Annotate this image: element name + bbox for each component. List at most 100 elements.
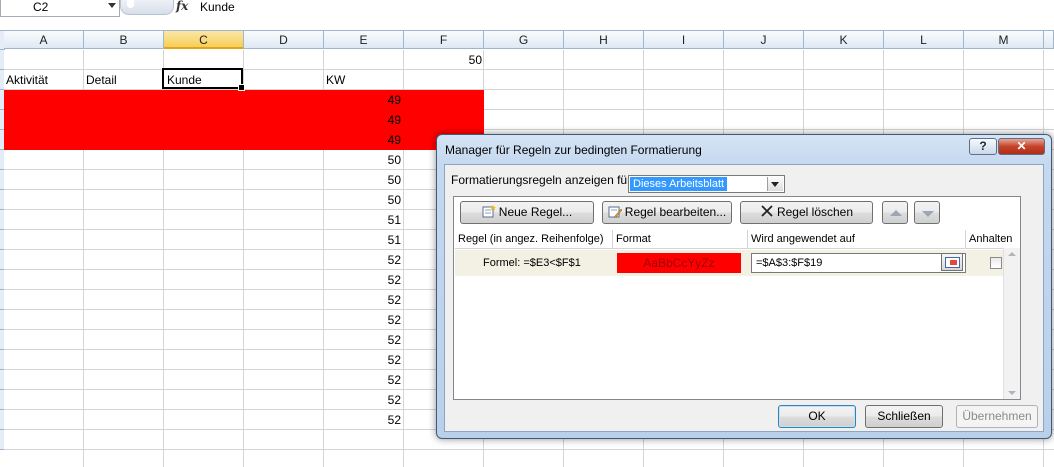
show-rules-label: Formatierungsregeln anzeigen für: bbox=[451, 173, 635, 187]
delete-rule-label: Regel löschen bbox=[776, 205, 854, 219]
range-select-icon[interactable] bbox=[941, 253, 963, 271]
row-header[interactable] bbox=[0, 50, 4, 70]
format-preview: AaBbCcYyZz bbox=[617, 253, 741, 273]
row-header[interactable] bbox=[0, 430, 4, 450]
row-header[interactable] bbox=[0, 250, 4, 270]
name-box-value: C2 bbox=[33, 0, 49, 14]
row-header[interactable] bbox=[0, 70, 4, 90]
row-header[interactable] bbox=[0, 150, 4, 170]
column-header-a[interactable]: A bbox=[4, 31, 84, 49]
row-header[interactable] bbox=[0, 210, 4, 230]
formula-bar: C2 fx Kunde bbox=[0, 0, 1054, 31]
row-header[interactable] bbox=[0, 290, 4, 310]
row-header[interactable] bbox=[0, 230, 4, 250]
edit-rule-label: Regel bearbeiten... bbox=[624, 205, 727, 219]
new-rule-label: Neue Regel... bbox=[498, 205, 573, 219]
name-box[interactable]: C2 bbox=[0, 0, 120, 17]
column-header-e[interactable]: E bbox=[324, 31, 404, 49]
column-header-d[interactable]: D bbox=[244, 31, 324, 49]
table-row[interactable]: Formel: =$E3<$F$1 AaBbCcYyZz =$A$3:$F$19 bbox=[455, 250, 1007, 276]
cell-f1[interactable]: 50 bbox=[449, 50, 482, 70]
edit-rule-icon bbox=[608, 206, 622, 218]
rule-formula: Formel: =$E3<$F$1 bbox=[483, 257, 581, 269]
new-rule-button[interactable]: Neue Regel... bbox=[460, 201, 594, 224]
cell-e17[interactable]: 52 bbox=[324, 370, 401, 390]
ok-button[interactable]: OK bbox=[778, 405, 856, 428]
cell-e14[interactable]: 52 bbox=[324, 310, 401, 330]
cell-a2[interactable]: Aktivität bbox=[6, 70, 48, 90]
cell-e9[interactable]: 51 bbox=[324, 210, 401, 230]
row-header[interactable] bbox=[0, 170, 4, 190]
cell-e13[interactable]: 52 bbox=[324, 290, 401, 310]
chevron-down-icon[interactable] bbox=[108, 3, 116, 8]
scroll-up-icon[interactable] bbox=[1008, 252, 1016, 256]
cell-e15[interactable]: 52 bbox=[324, 330, 401, 350]
row-header[interactable] bbox=[0, 390, 4, 410]
scope-select[interactable]: Dieses Arbeitsblatt bbox=[628, 175, 785, 193]
cell-e12[interactable]: 52 bbox=[324, 270, 401, 290]
cell-e3[interactable]: 49 bbox=[324, 90, 401, 110]
formula-input[interactable]: Kunde bbox=[200, 0, 235, 14]
dialog-title: Manager für Regeln zur bedingten Formati… bbox=[445, 143, 702, 157]
rules-scrollbar[interactable] bbox=[1003, 248, 1020, 399]
column-header-m[interactable]: M bbox=[964, 31, 1044, 49]
col-rule: Regel (in angez. Reihenfolge) bbox=[455, 230, 613, 248]
delete-icon bbox=[761, 205, 773, 217]
col-format: Format bbox=[613, 230, 748, 248]
cell-e11[interactable]: 52 bbox=[324, 250, 401, 270]
col-stop: Anhalten bbox=[969, 233, 1013, 245]
applies-to-input[interactable]: =$A$3:$F$19 bbox=[751, 253, 966, 273]
column-header-i[interactable]: I bbox=[644, 31, 724, 49]
close-button[interactable]: Schließen bbox=[865, 405, 943, 428]
fill-handle[interactable] bbox=[238, 84, 245, 91]
grid-row-line bbox=[4, 449, 1054, 450]
move-up-button[interactable] bbox=[882, 201, 908, 224]
column-header-c[interactable]: C bbox=[164, 31, 244, 49]
row-header[interactable] bbox=[0, 370, 4, 390]
cell-e16[interactable]: 52 bbox=[324, 350, 401, 370]
help-button[interactable]: ? bbox=[969, 138, 997, 155]
move-down-button[interactable] bbox=[914, 201, 940, 224]
column-header-partial[interactable] bbox=[1044, 31, 1054, 49]
name-box-resize-handle[interactable] bbox=[120, 0, 174, 15]
fx-icon[interactable]: fx bbox=[176, 0, 188, 13]
active-cell-border bbox=[162, 68, 245, 91]
column-header-g[interactable]: G bbox=[484, 31, 564, 49]
row-header[interactable] bbox=[0, 190, 4, 210]
new-rule-icon bbox=[482, 205, 496, 218]
col-applies-to: Wird angewendet auf bbox=[748, 230, 966, 248]
cell-e7[interactable]: 50 bbox=[324, 170, 401, 190]
row-header[interactable] bbox=[0, 270, 4, 290]
cell-e8[interactable]: 50 bbox=[324, 190, 401, 210]
column-header-f[interactable]: F bbox=[404, 31, 484, 49]
scroll-down-icon[interactable] bbox=[1008, 391, 1016, 395]
dialog-body: Formatierungsregeln anzeigen für: Dieses… bbox=[444, 164, 1044, 432]
cell-e6[interactable]: 50 bbox=[324, 150, 401, 170]
rules-panel: Neue Regel... Regel bearbeiten... Regel … bbox=[453, 196, 1021, 400]
apply-button[interactable]: Übernehmen bbox=[956, 405, 1038, 428]
row-header[interactable] bbox=[0, 350, 4, 370]
edit-rule-button[interactable]: Regel bearbeiten... bbox=[602, 201, 732, 224]
row-header[interactable] bbox=[0, 410, 4, 430]
cell-e5[interactable]: 49 bbox=[324, 130, 401, 150]
cell-e19[interactable]: 52 bbox=[324, 410, 401, 430]
delete-rule-button[interactable]: Regel löschen bbox=[740, 201, 873, 224]
conditional-formatting-dialog: Manager für Regeln zur bedingten Formati… bbox=[436, 134, 1052, 439]
cell-e2[interactable]: KW bbox=[326, 70, 345, 90]
cell-e18[interactable]: 52 bbox=[324, 390, 401, 410]
column-header-l[interactable]: L bbox=[884, 31, 964, 49]
chevron-down-icon[interactable] bbox=[767, 177, 783, 191]
row-header[interactable] bbox=[0, 330, 4, 350]
cell-e10[interactable]: 51 bbox=[324, 230, 401, 250]
cell-e4[interactable]: 49 bbox=[324, 110, 401, 130]
stop-if-true-checkbox[interactable] bbox=[990, 257, 1002, 269]
highlighted-range bbox=[4, 90, 484, 150]
cell-b2[interactable]: Detail bbox=[86, 70, 117, 90]
rules-table-header: Regel (in angez. Reihenfolge) Format Wir… bbox=[455, 230, 1020, 249]
column-header-b[interactable]: B bbox=[84, 31, 164, 49]
row-header[interactable] bbox=[0, 310, 4, 330]
column-header-h[interactable]: H bbox=[564, 31, 644, 49]
column-header-j[interactable]: J bbox=[724, 31, 804, 49]
column-header-k[interactable]: K bbox=[804, 31, 884, 49]
close-icon[interactable]: ✕ bbox=[998, 138, 1045, 155]
